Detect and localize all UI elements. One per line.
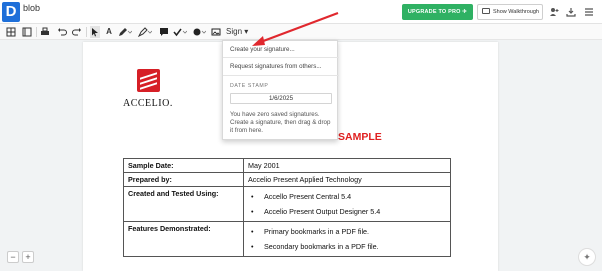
table-cell-value: Primary bookmarks in a PDF file. Seconda…	[243, 221, 451, 257]
table-cell-label: Features Demonstrated:	[123, 221, 244, 257]
sign-menu[interactable]: Sign ▾	[226, 26, 248, 38]
table-cell-label: Prepared by:	[123, 172, 244, 187]
pen-icon[interactable]	[118, 26, 133, 38]
zoom-out-button[interactable]: −	[7, 251, 19, 263]
list-item: Accelio Present Output Designer 5.4	[248, 204, 446, 219]
thumbnails-icon[interactable]	[6, 26, 16, 38]
zoom-in-button[interactable]: +	[22, 251, 34, 263]
checkmark-icon[interactable]	[173, 26, 188, 38]
show-walkthrough-label: Show Walkthrough	[493, 9, 539, 15]
table-cell-value: Accello Present Central 5.4 Accelio Pres…	[243, 186, 451, 222]
bookmarks-icon[interactable]	[22, 26, 32, 38]
table-cell-value: Accelio Present Applied Technology	[243, 172, 451, 187]
select-cursor-icon[interactable]	[90, 26, 100, 38]
create-signature-item[interactable]: Create your signature...	[230, 46, 334, 53]
table-cell-label: Sample Date:	[123, 158, 244, 173]
image-icon[interactable]	[211, 26, 221, 38]
sign-dropdown: Create your signature... Request signatu…	[222, 40, 339, 140]
toolbar: A Sign ▾	[0, 24, 602, 40]
shapes-icon[interactable]	[192, 26, 207, 38]
date-stamp-field[interactable]: 1/6/2025	[230, 93, 332, 104]
date-stamp-caption: DATE STAMP	[230, 83, 269, 89]
highlighter-icon[interactable]	[137, 26, 153, 38]
accelio-logo-text: ACCELIO.	[123, 98, 173, 109]
table-row: Prepared by: Accelio Present Applied Tec…	[123, 172, 451, 187]
show-walkthrough-button[interactable]: Show Walkthrough	[477, 4, 543, 20]
list-item: Primary bookmarks in a PDF file.	[248, 224, 446, 239]
app-logo[interactable]: D	[2, 2, 20, 22]
undo-icon[interactable]	[57, 26, 67, 38]
screen-icon	[482, 8, 490, 14]
list-item: Accello Present Central 5.4	[248, 189, 446, 204]
table-cell-label: Created and Tested Using:	[123, 186, 244, 222]
info-table: Sample Date: May 2001 Prepared by: Accel…	[123, 158, 451, 257]
add-user-icon[interactable]	[549, 7, 559, 17]
table-row: Created and Tested Using: Accello Presen…	[123, 186, 451, 222]
download-icon[interactable]	[566, 7, 576, 17]
print-icon[interactable]	[40, 26, 50, 38]
table-row: Sample Date: May 2001	[123, 158, 451, 173]
list-item: Secondary bookmarks in a PDF file.	[248, 239, 446, 254]
request-signatures-item[interactable]: Request signatures from others...	[230, 63, 334, 70]
upgrade-to-pro-button[interactable]: UPGRADE TO PRO ✈	[402, 4, 473, 20]
text-tool-icon[interactable]: A	[104, 26, 114, 38]
magic-assistant-icon[interactable]: ✦	[578, 248, 596, 266]
saved-signatures-hint: You have zero saved signatures. Create a…	[230, 111, 331, 135]
redo-icon[interactable]	[72, 26, 82, 38]
top-bar: D blob UPGRADE TO PRO ✈ Show Walkthrough	[0, 0, 602, 24]
comment-icon[interactable]	[159, 26, 169, 38]
menu-icon[interactable]	[584, 7, 594, 17]
table-cell-value: May 2001	[243, 158, 451, 173]
table-row: Features Demonstrated: Primary bookmarks…	[123, 221, 451, 257]
document-title[interactable]: blob	[23, 3, 40, 13]
accelio-logo-mark	[137, 69, 160, 92]
